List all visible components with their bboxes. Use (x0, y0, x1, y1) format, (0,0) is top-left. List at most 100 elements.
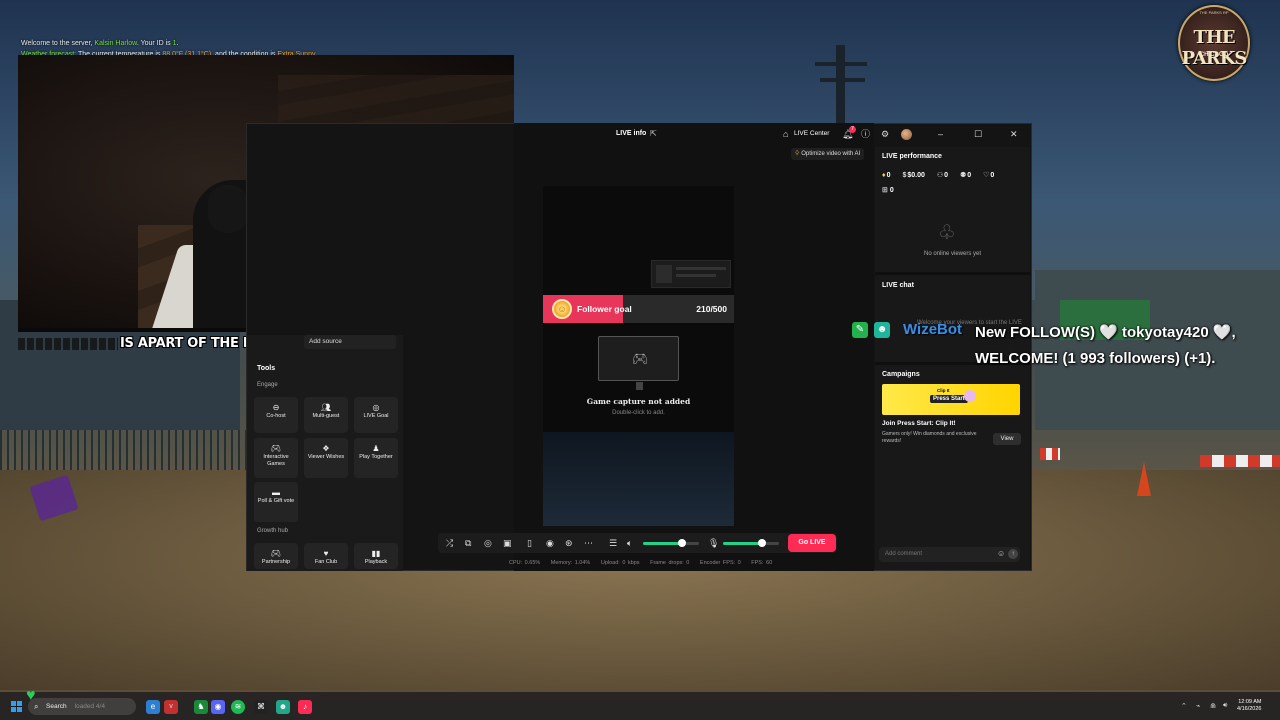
play-together-icon: ♟ (372, 444, 380, 453)
record-icon[interactable]: ◉ (546, 537, 554, 549)
live-performance-stats: ♦0 $$0.00 ⚇0 ⚉0 ♡0 (882, 171, 1004, 179)
tool-partnership[interactable]: 🎮︎ Partnership (254, 543, 298, 569)
emoji-icon[interactable]: ☺ (997, 549, 1005, 558)
placeholder-line (676, 274, 716, 277)
minimize-icon[interactable]: – (938, 128, 943, 140)
stat-memory: Memory: 1.04% (550, 560, 591, 566)
tool-fan-club[interactable]: ♥ Fan Club (304, 543, 348, 569)
avatar[interactable] (901, 129, 912, 140)
volume-icon[interactable]: 🔊︎ (1223, 702, 1227, 710)
windows-start-icon[interactable] (11, 701, 22, 712)
webcam-person-head (208, 185, 248, 233)
tool-co-host[interactable]: ⊖ Co-host (254, 397, 298, 433)
follower-goal-widget[interactable]: ☺ Follower goal 210/500 (543, 295, 734, 323)
enhance-icon[interactable]: ◎ (484, 537, 492, 549)
mic-volume-slider[interactable] (723, 539, 779, 547)
follow-alert-message: New FOLLOW(S) 🤍 tokyotay420 🤍, WELCOME! … (975, 324, 1236, 367)
utility-pole (836, 45, 845, 125)
microphone-icon[interactable]: 🎙︎ (708, 537, 719, 549)
tool-label: Co-host (266, 413, 286, 419)
live-performance-title: LIVE performance (882, 153, 942, 160)
stat-value: 0 (886, 172, 891, 179)
network-icon[interactable]: ⌁ (1196, 702, 1200, 710)
server-chat-line: Welcome to the server, Kalsin Harlow. Yo… (21, 38, 315, 49)
monitor-stand (636, 382, 643, 390)
viewers-icon: ⚇ (936, 172, 944, 179)
gamepad-icon: 🎮︎ (632, 351, 649, 366)
server-logo-top: THE PARKS RP (1199, 10, 1229, 15)
taskbar-clock[interactable]: 12:09 AM 4/16/2026 (1237, 699, 1261, 713)
runner-app-icon[interactable]: ♞ (194, 700, 208, 714)
speaker-volume-slider[interactable] (643, 539, 699, 547)
tool-viewer-wishes[interactable]: ❖ Viewer Wishes (304, 438, 348, 478)
live-center-link[interactable]: LIVE Center (794, 130, 829, 137)
tool-multi-guest[interactable]: 👥︎ Multi-guest (304, 397, 348, 433)
maximize-icon[interactable]: ☐ (974, 128, 982, 140)
help-icon[interactable]: ⓘ (861, 128, 870, 140)
edge-browser-icon[interactable]: e (146, 700, 160, 714)
wifi-icon[interactable]: ⋒ (1210, 702, 1216, 710)
terminal-icon[interactable]: ⌘ (254, 700, 268, 714)
vpn-app-icon[interactable]: V (164, 700, 178, 714)
growth-hub-heading: Growth hub (257, 528, 289, 534)
go-live-button[interactable]: Go LIVE (788, 534, 836, 552)
spotify-icon[interactable]: ≋ (231, 700, 245, 714)
tool-label: Playback (364, 559, 388, 565)
optimize-video-button[interactable]: 💡︎ Optimize video with AI (791, 148, 865, 160)
notification-badge: 7 (849, 126, 856, 133)
game-capture-subtitle: Double-click to add. (612, 410, 665, 416)
campaign-banner-title: Press Start (930, 395, 968, 403)
poll-icon: ▬ (272, 488, 280, 497)
send-icon[interactable]: ↑ (1008, 549, 1018, 559)
no-viewers-text: No online viewers yet (923, 251, 982, 257)
tool-label: Multi-guest (312, 413, 340, 419)
new-followers-icon: ⚉ (959, 172, 967, 179)
stat-frame-drops: Frame drops: 0 (650, 560, 690, 566)
tool-playback[interactable]: ▮▮ Playback (354, 543, 398, 569)
adjust-icon[interactable]: ☰ (609, 537, 617, 549)
effects-icon[interactable]: ⤮ (446, 537, 453, 549)
tool-label: Interactive Games (263, 454, 289, 467)
follower-goal-value: 210/500 (696, 304, 727, 314)
discord-icon[interactable]: ◉ (211, 700, 225, 714)
stat-upload: Upload: 0 kbps (600, 560, 640, 566)
campaign-banner[interactable]: Clip It Press Start (882, 384, 1020, 415)
placeholder-line (676, 267, 726, 270)
playback-icon: ▮▮ (371, 549, 381, 558)
tool-live-goal[interactable]: ◎ LIVE Goal (354, 397, 398, 433)
follow-alert-bot-name: WizeBot (903, 321, 963, 338)
studio-titlebar[interactable] (514, 124, 1031, 146)
tiktok-live-icon[interactable]: ♪ (298, 700, 312, 714)
live-info-title[interactable]: LIVE info (616, 130, 646, 137)
goal-icon: ◎ (372, 403, 380, 412)
tool-interactive-games[interactable]: 🎮︎ Interactive Games (254, 438, 298, 478)
speaker-icon[interactable]: 🔈︎ (627, 537, 632, 549)
road-barrier (1040, 448, 1060, 460)
tool-poll-gift-vote[interactable]: ▬ Poll & Gift vote (254, 482, 298, 522)
tool-label: Partnership (261, 559, 291, 565)
layout-icon[interactable]: ⧉ (465, 537, 471, 549)
gift-box-icon: ⊞ (882, 187, 888, 194)
chevron-up-icon[interactable]: ⌃ (1181, 702, 1187, 710)
stat-value: 0 (990, 172, 995, 179)
bot-app-icon[interactable]: ☻ (276, 700, 290, 714)
stat-value: 0 (944, 172, 949, 179)
campaign-view-button[interactable]: View (993, 433, 1021, 445)
heart-icon: ♥ (323, 549, 329, 558)
share-icon[interactable]: ⇱ (650, 129, 657, 138)
game-capture-placeholder[interactable]: 🎮︎ (598, 336, 679, 390)
taskbar-search[interactable]: ⌕ Search loaded 4/4 (28, 698, 136, 715)
campaigns-title: Campaigns (882, 371, 920, 378)
settings-gear-icon[interactable]: ⚙ (881, 128, 889, 140)
phone-icon[interactable]: ▯ (527, 537, 532, 549)
clock-date: 4/16/2026 (1237, 706, 1262, 712)
screen-icon[interactable]: ▣ (503, 537, 512, 549)
tool-label: Poll & Gift vote (257, 498, 295, 504)
add-source-button[interactable]: Add source (304, 335, 396, 349)
bot-icon: ☻ (874, 322, 890, 338)
close-icon[interactable]: ✕ (1010, 128, 1018, 140)
capture-icon[interactable]: ⊛ (565, 537, 573, 549)
more-icon[interactable]: ⋯ (584, 537, 593, 549)
tool-play-together[interactable]: ♟ Play Together (354, 438, 398, 478)
gamepad-icon: 🎮︎ (270, 444, 282, 453)
